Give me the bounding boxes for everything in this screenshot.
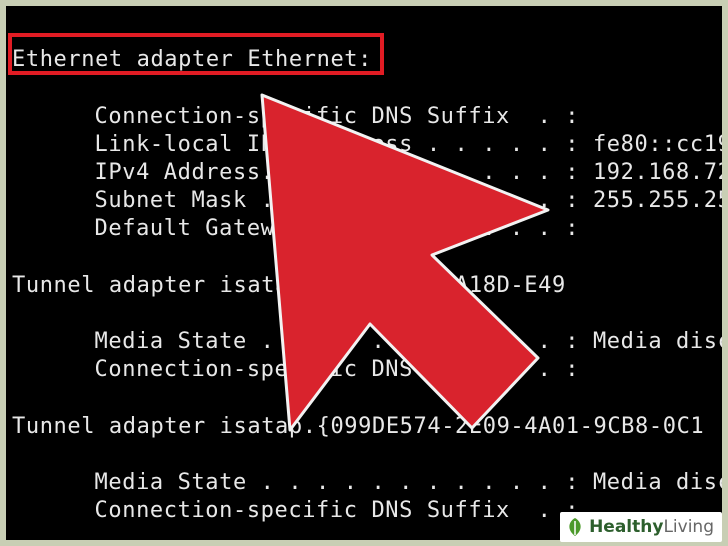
leaf-icon [569, 518, 581, 536]
watermark-brand: Healthy [589, 517, 664, 537]
watermark-brand-suffix: Living [663, 517, 714, 537]
red-pointer-arrow-icon [260, 93, 550, 432]
screenshot-frame: Ethernet adapter Ethernet: Connection-sp… [0, 0, 728, 546]
watermark: Healthy Living [560, 512, 722, 542]
